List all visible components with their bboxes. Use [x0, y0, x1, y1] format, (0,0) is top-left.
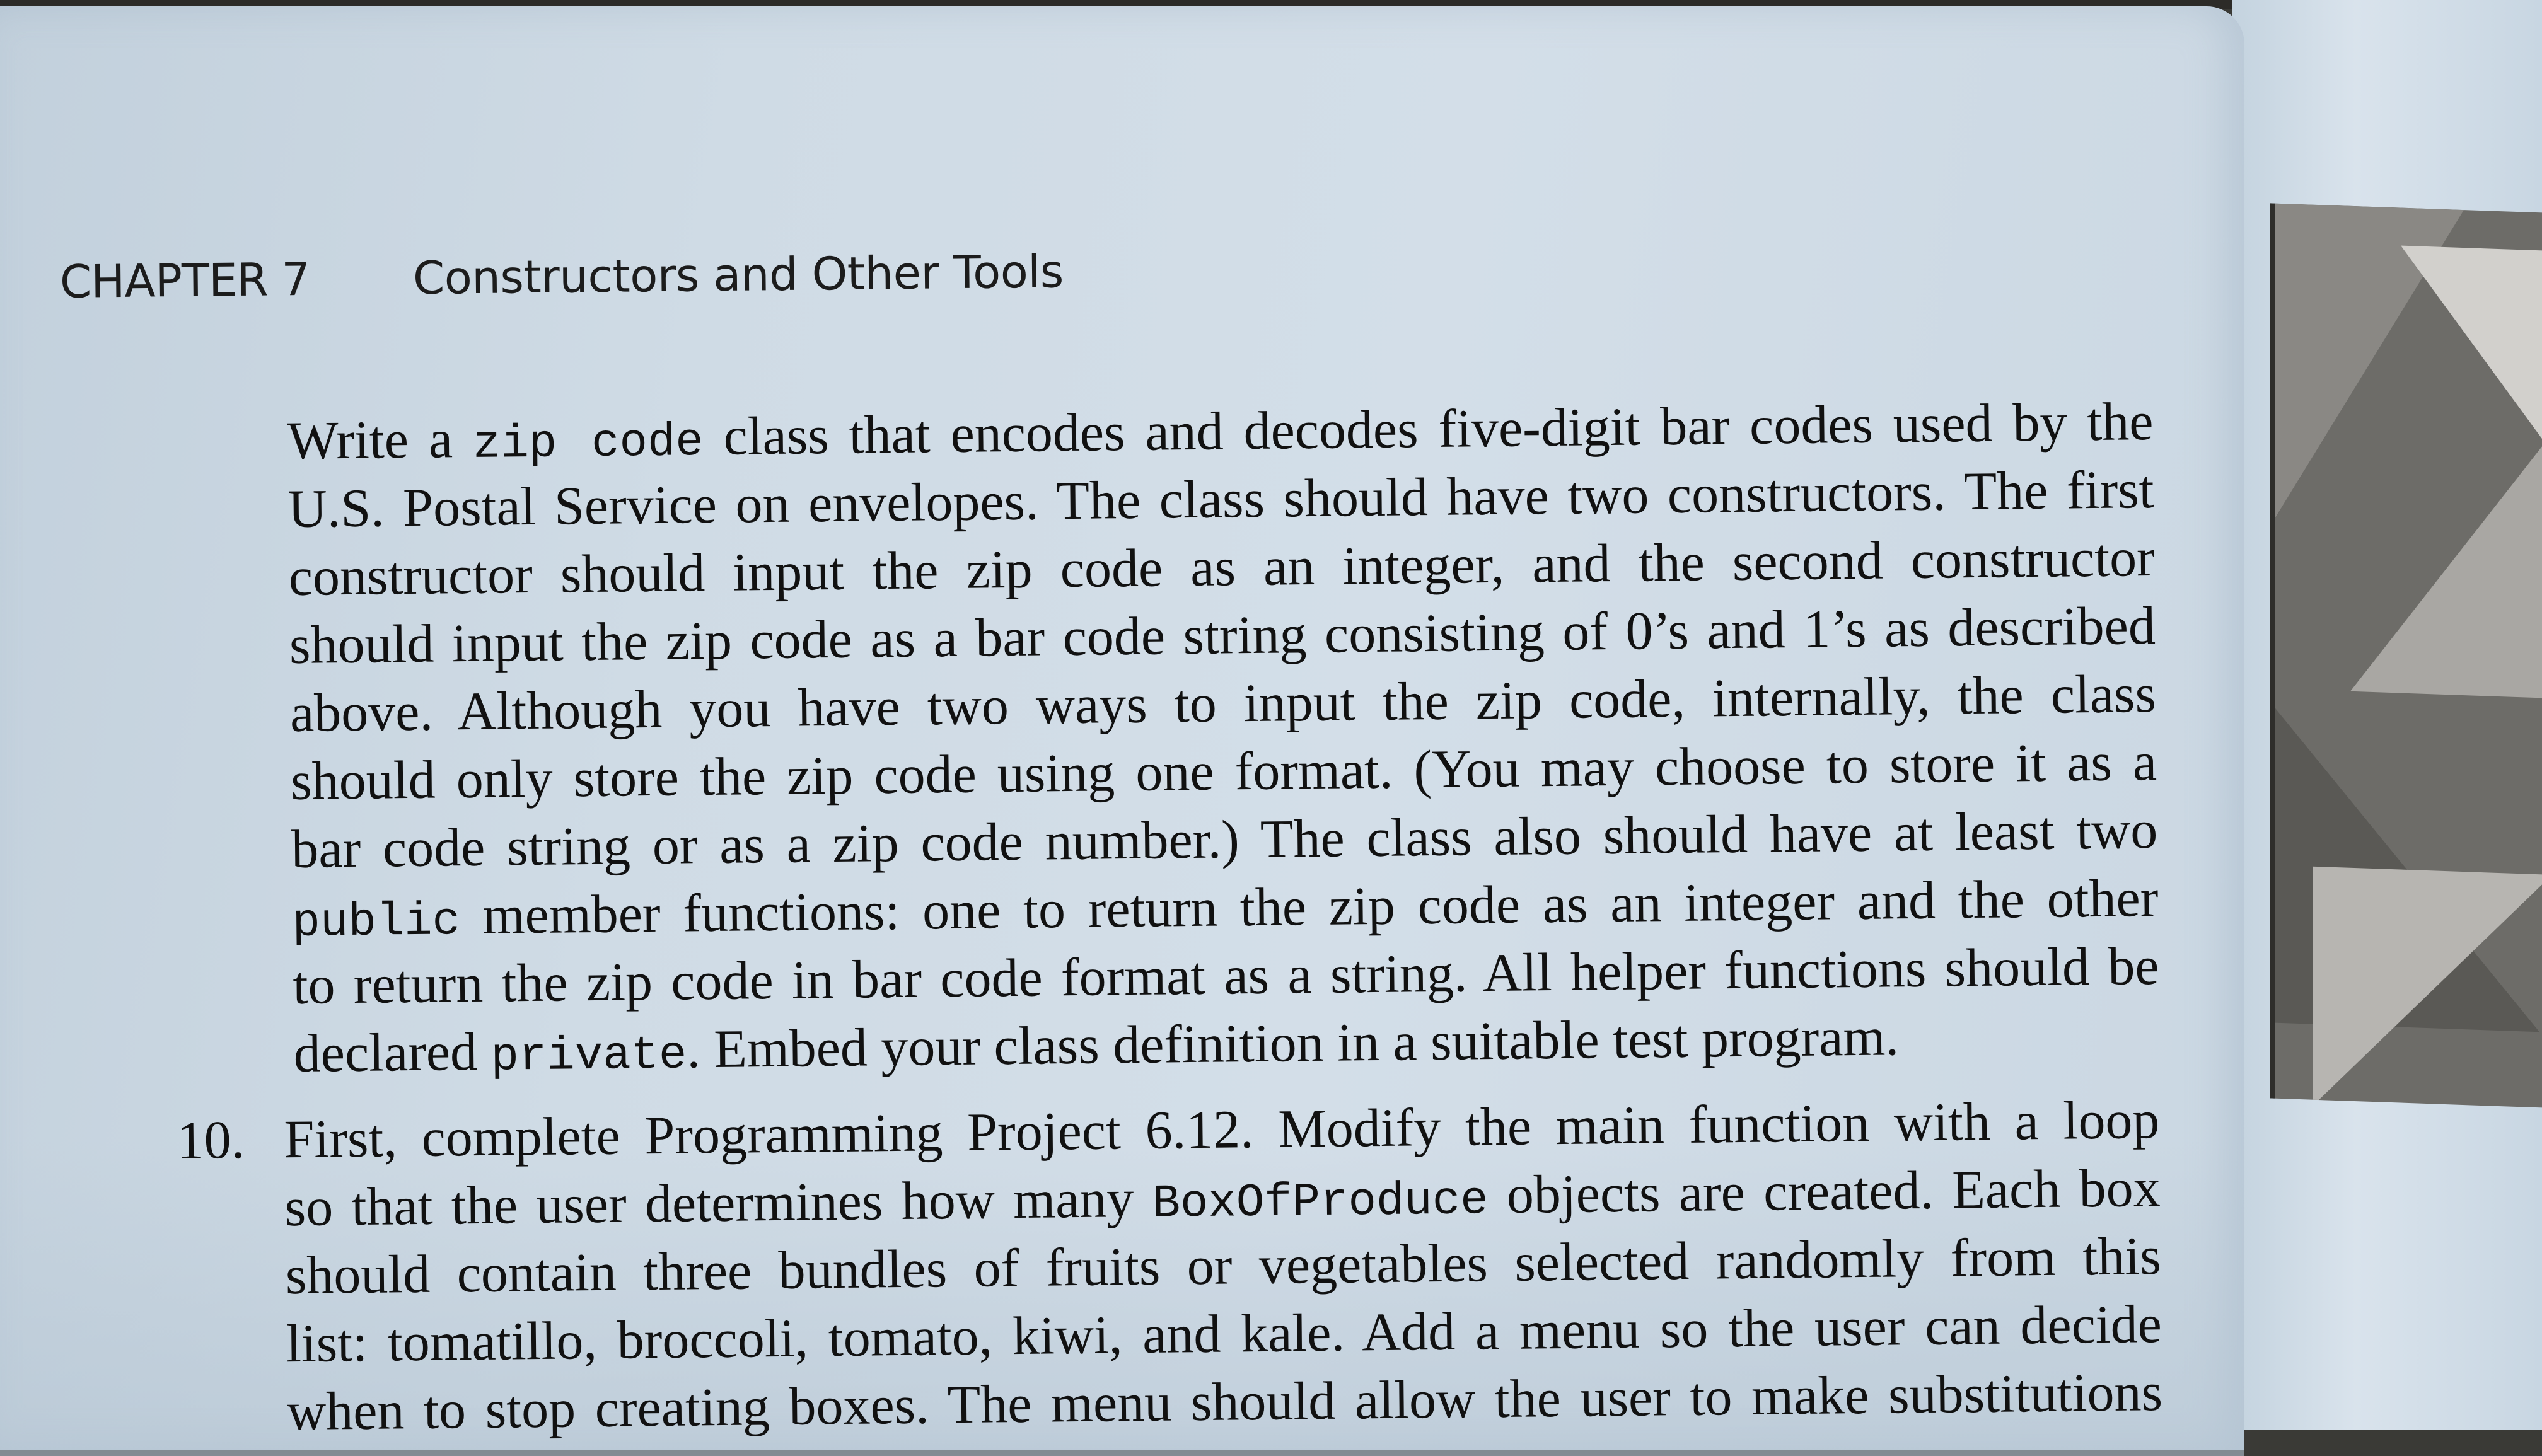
adjacent-page-image [2270, 203, 2542, 1108]
text-run: class that encodes and decodes five-digi… [703, 391, 2154, 467]
text-run: so that the user determines how many [284, 1167, 1153, 1238]
image-fragment [2401, 245, 2542, 453]
code-term: private [490, 1029, 687, 1084]
code-term: BoxOfProduce [1152, 1174, 1489, 1231]
chapter-title: Constructors and Other Tools [412, 245, 1064, 305]
exercise-number: 10. [177, 1109, 245, 1170]
exercise-paragraph: Write a zip code class that encodes and … [287, 387, 2160, 1087]
text-run: . Embed your class definition in a suita… [686, 1006, 1900, 1080]
code-term: public [292, 895, 461, 950]
exercise-item-text: First, complete Programming Project 6.12… [284, 1085, 2162, 1445]
code-term: zip code [472, 416, 704, 471]
image-fragment [2350, 426, 2542, 698]
text-run: declared [293, 1020, 491, 1083]
image-fragment [2313, 866, 2542, 1108]
text-run: objects are created. Each box [1487, 1157, 2161, 1225]
running-head: CHAPTER 7 Constructors and Other Tools [60, 245, 1064, 308]
text-run: Write a [287, 408, 473, 471]
chapter-label: CHAPTER 7 [59, 252, 310, 308]
